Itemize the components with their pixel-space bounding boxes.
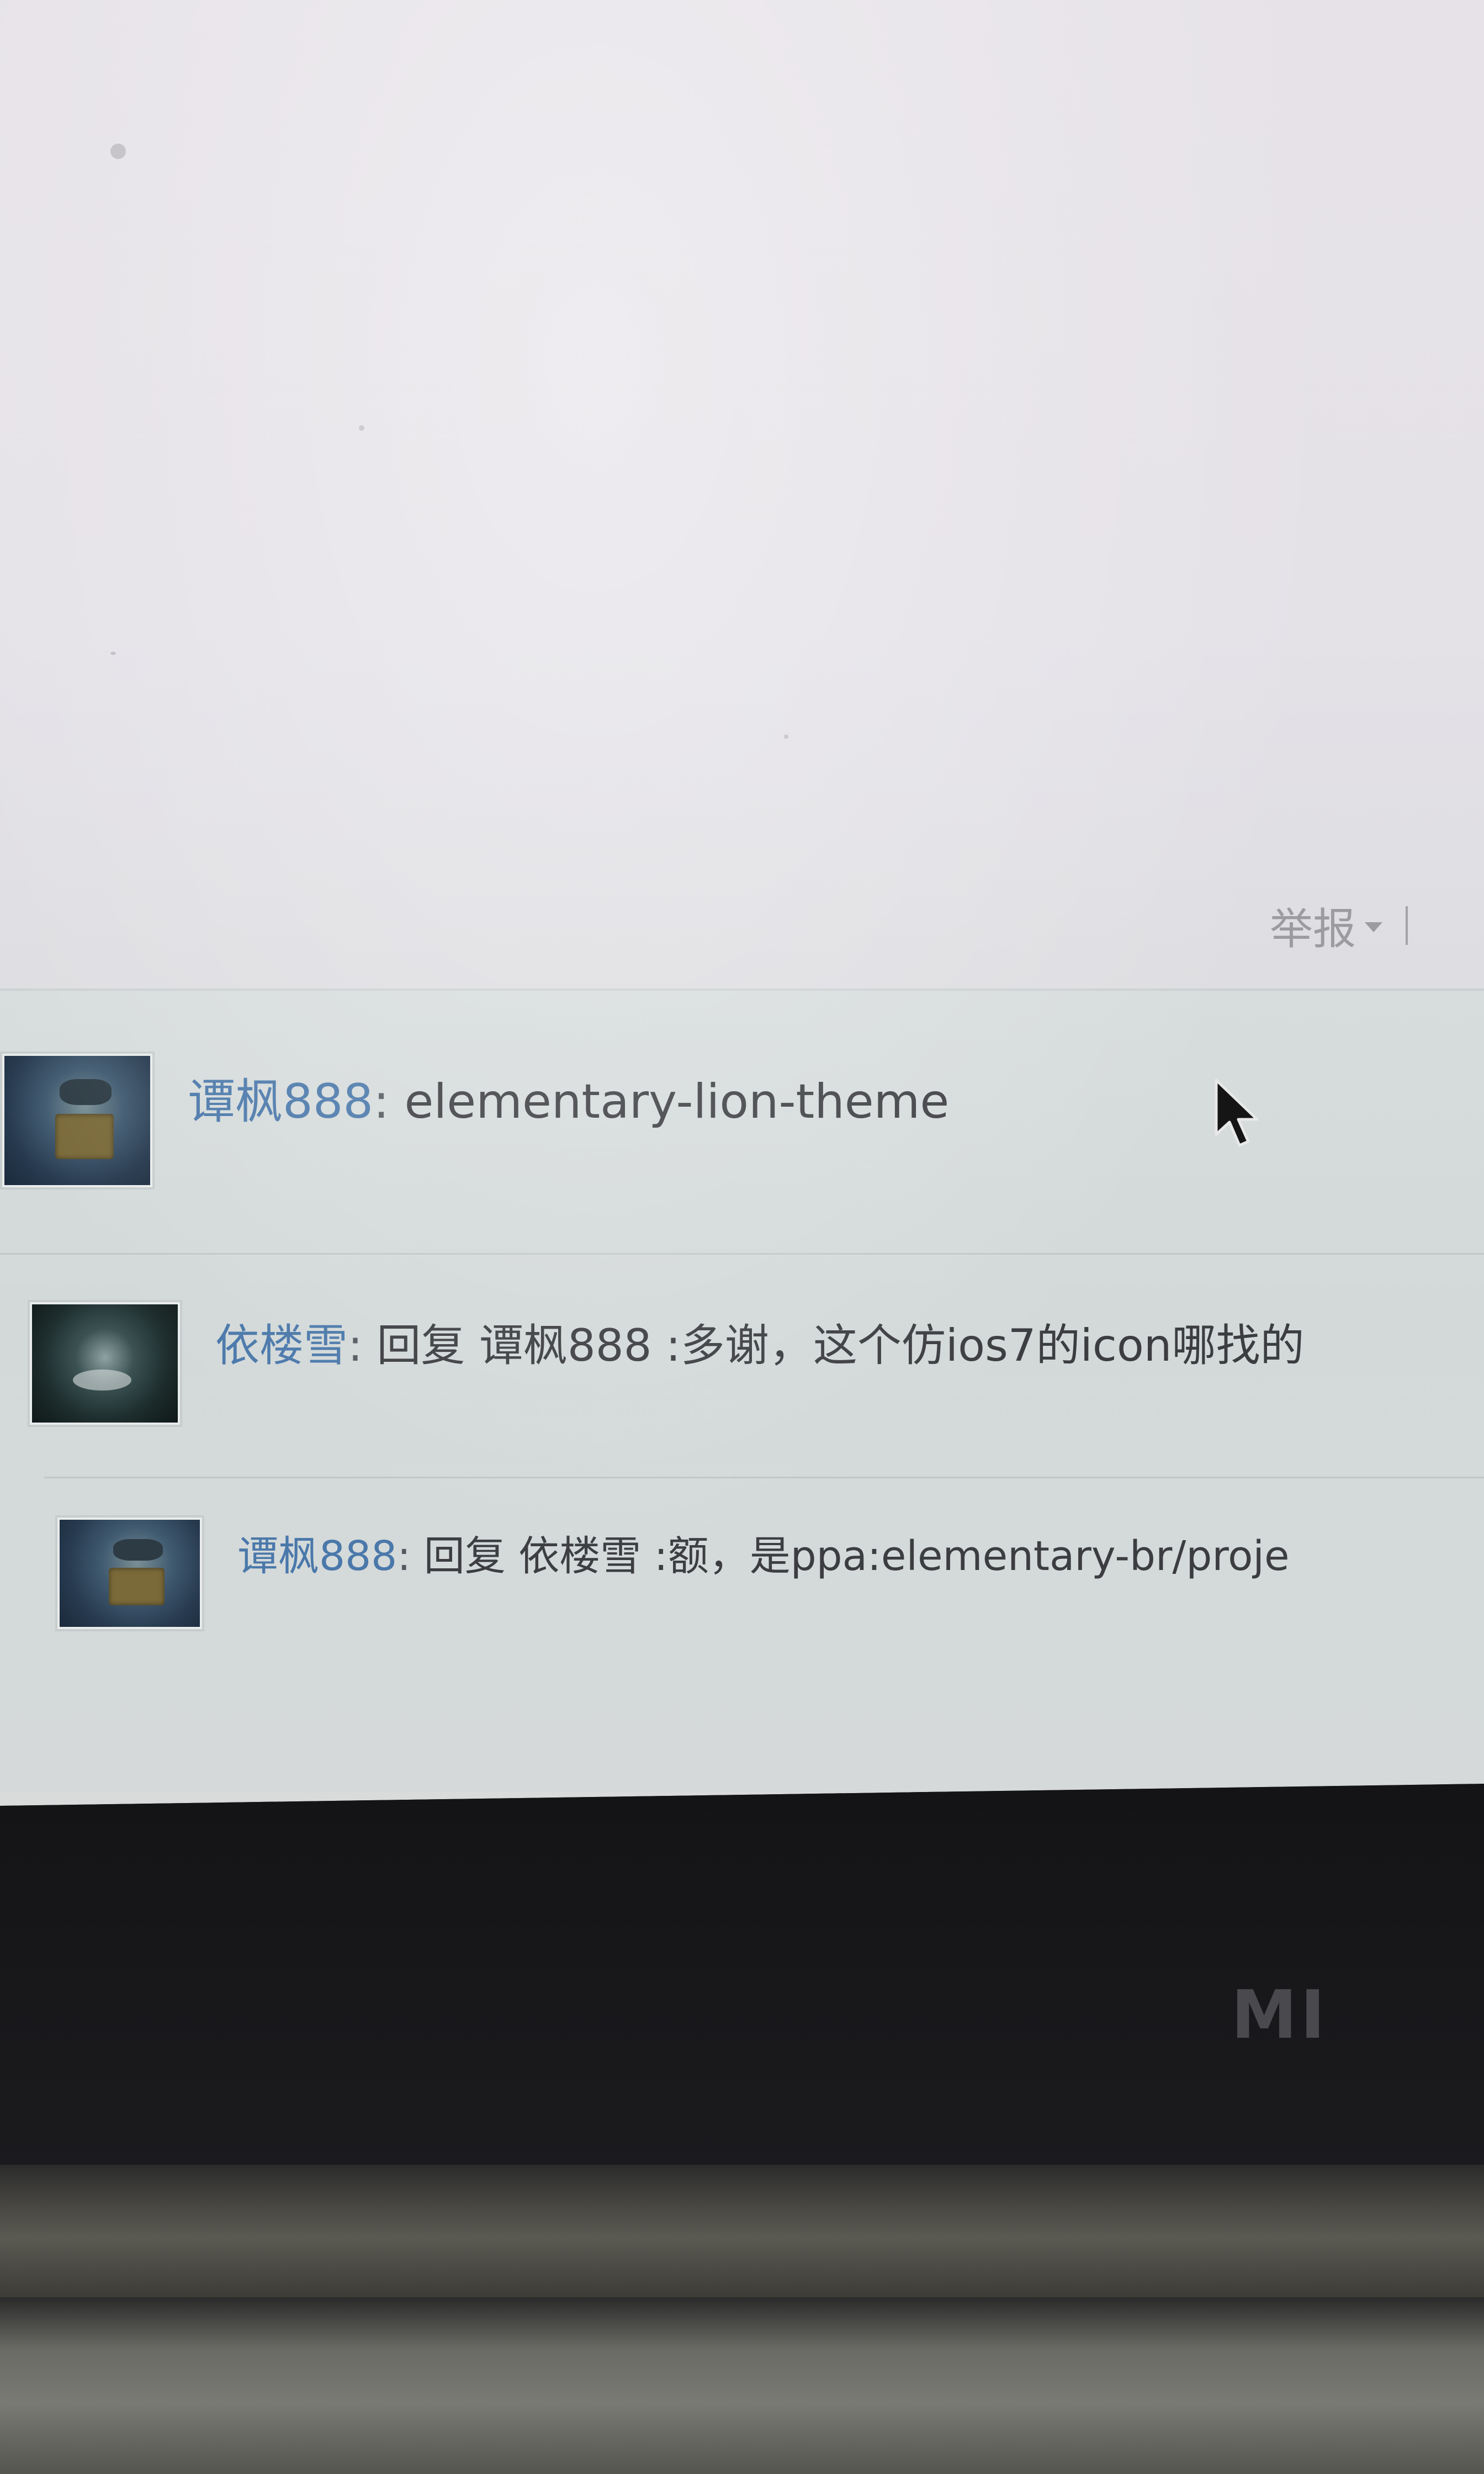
comment-item: 依楼雪: 回复 谭枫888 :多谢，这个仿ios7的icon哪找的 (28, 1300, 1305, 1427)
mouse-cursor-icon (1215, 1079, 1259, 1147)
comment-divider (0, 1253, 1484, 1255)
comment-colon: : (348, 1320, 363, 1371)
comment-username[interactable]: 谭枫888 (188, 1074, 373, 1129)
toolbar-separator (1406, 906, 1408, 945)
comment-colon: : (373, 1074, 390, 1129)
comment-username[interactable]: 依楼雪 (215, 1320, 348, 1371)
report-menu[interactable]: 举报 (1270, 895, 1408, 956)
report-label[interactable]: 举报 (1270, 895, 1356, 956)
screen-dust (110, 144, 126, 159)
avatar[interactable] (28, 1300, 182, 1427)
photo-of-laptop-screen: 举报 谭枫888: elementary-lion-theme 依楼雪: 回复 … (0, 0, 1484, 2474)
comment-item: 谭枫888: 回复 依楼雪 :额，是ppa:elementary-br/proj… (55, 1515, 1289, 1631)
comment-colon: : (397, 1532, 411, 1580)
screen-dust (110, 652, 116, 655)
browser-page: 举报 谭枫888: elementary-lion-theme 依楼雪: 回复 … (0, 0, 1484, 1806)
screen-dust (359, 425, 364, 431)
avatar[interactable] (0, 1051, 155, 1190)
robot-avatar-icon (4, 1056, 150, 1185)
robot-avatar-icon (60, 1520, 200, 1627)
comment-username[interactable]: 谭枫888 (237, 1532, 397, 1580)
comment-content: 回复 依楼雪 :额，是ppa:elementary-br/proje (423, 1532, 1290, 1580)
comment-content: 回复 谭枫888 :多谢，这个仿ios7的icon哪找的 (377, 1320, 1305, 1371)
laptop-hinge (0, 2165, 1484, 2297)
comment-body: 谭枫888: elementary-lion-theme (188, 1062, 949, 1132)
comment-body: 谭枫888: 回复 依楼雪 :额，是ppa:elementary-br/proj… (237, 1523, 1289, 1582)
comment-divider (44, 1477, 1484, 1478)
screen-dust (784, 734, 788, 739)
comment-body: 依楼雪: 回复 谭枫888 :多谢，这个仿ios7的icon哪找的 (215, 1310, 1305, 1374)
comment-item: 谭枫888: elementary-lion-theme (0, 1051, 949, 1190)
laptop-base (0, 2297, 1484, 2474)
comment-content: elementary-lion-theme (404, 1074, 950, 1129)
avatar[interactable] (55, 1515, 204, 1631)
dark-avatar-icon (32, 1304, 178, 1423)
chevron-down-icon[interactable] (1365, 922, 1383, 932)
brand-logo: MI (1231, 1977, 1329, 2054)
